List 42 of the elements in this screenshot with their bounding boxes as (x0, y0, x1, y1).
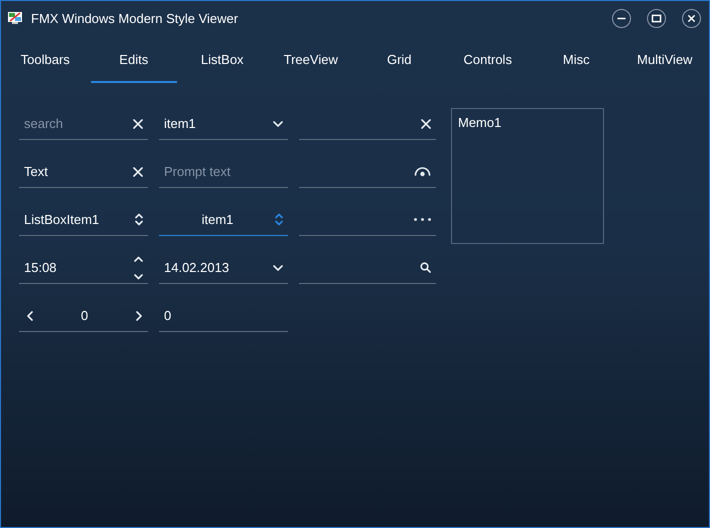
text-field[interactable]: Prompt text (159, 156, 288, 188)
ellipsis-icon[interactable] (414, 218, 431, 221)
text-field[interactable]: 0 (159, 300, 288, 332)
eye-icon[interactable] (414, 166, 431, 177)
memo-text: Memo1 (458, 115, 502, 130)
tab[interactable]: TreeView (266, 35, 355, 83)
text-field[interactable]: item1 (159, 204, 288, 236)
tab[interactable]: Controls (444, 35, 532, 83)
window-title: FMX Windows Modern Style Viewer (31, 10, 240, 26)
memo-field[interactable]: Memo1 (451, 108, 604, 244)
chevron-left-icon[interactable] (27, 310, 33, 320)
text-field[interactable]: search (19, 108, 148, 140)
tab[interactable]: Toolbars (1, 35, 90, 83)
app-icon (7, 11, 23, 25)
text-field[interactable]: 15:08 (19, 252, 148, 284)
chevron-down-icon[interactable] (273, 120, 283, 126)
field-value: 15:08 (24, 260, 58, 275)
field-placeholder: Prompt text (164, 164, 232, 179)
search-icon[interactable] (420, 262, 431, 273)
field-value: 0 (164, 308, 172, 323)
chevron-right-icon[interactable] (136, 310, 142, 320)
close-icon[interactable] (133, 118, 143, 128)
text-field[interactable]: ListBoxItem1 (19, 204, 148, 236)
text-field[interactable]: Text (19, 156, 148, 188)
field-value: item1 (200, 212, 234, 227)
chevron-down-icon[interactable] (273, 264, 283, 270)
text-field[interactable]: item1 (159, 108, 288, 140)
text-field[interactable]: 14.02.2013 (159, 252, 288, 284)
field-placeholder: search (24, 116, 64, 131)
tab[interactable]: Edits (90, 35, 178, 83)
tab[interactable]: ListBox (178, 35, 266, 83)
tab[interactable]: Misc (532, 35, 620, 83)
field-value: Text (24, 164, 49, 179)
close-icon[interactable] (421, 118, 431, 128)
text-field[interactable]: 0 (19, 300, 148, 332)
field-value: ListBoxItem1 (24, 212, 100, 227)
close-icon[interactable] (133, 166, 143, 176)
tab[interactable]: MultiView (620, 35, 709, 83)
field-value: 0 (80, 308, 90, 323)
field-value: 14.02.2013 (164, 260, 230, 275)
field-value: item1 (164, 116, 197, 131)
tab[interactable]: Grid (355, 35, 444, 83)
